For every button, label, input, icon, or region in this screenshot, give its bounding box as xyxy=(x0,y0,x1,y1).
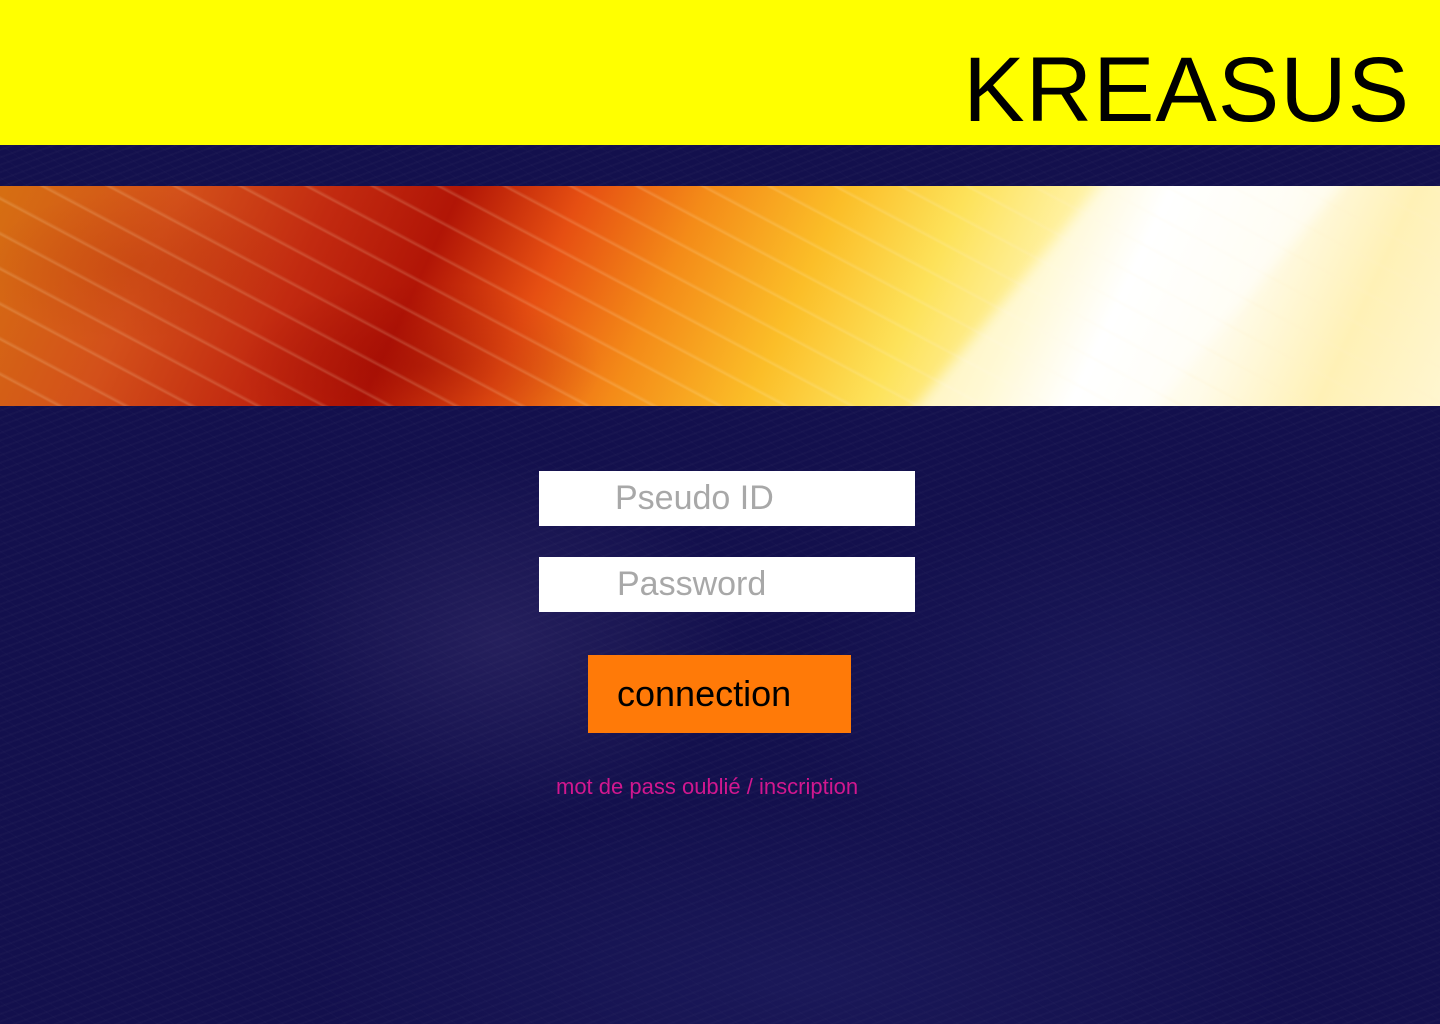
header-bar: KREASUS xyxy=(0,0,1440,145)
connection-button[interactable]: connection xyxy=(588,655,851,733)
account-links: mot de pass oublié / inscription xyxy=(556,774,858,800)
forgot-password-link[interactable]: mot de pass oublié xyxy=(556,774,741,799)
signup-link[interactable]: inscription xyxy=(759,774,858,799)
pseudo-id-input[interactable] xyxy=(539,471,915,526)
password-input[interactable] xyxy=(539,557,915,612)
banner-image xyxy=(0,186,1440,406)
link-separator: / xyxy=(740,774,760,799)
login-page: KREASUS connection mot de pass oublié / … xyxy=(0,0,1440,1024)
brand-logo: KREASUS xyxy=(963,39,1410,141)
